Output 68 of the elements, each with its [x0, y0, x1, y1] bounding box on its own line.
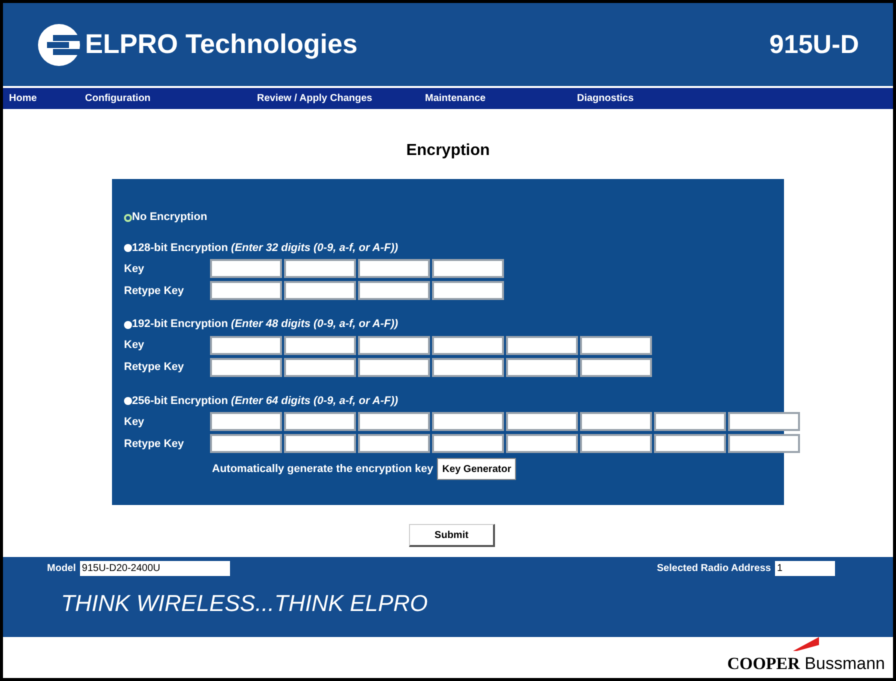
- key-field[interactable]: [580, 358, 652, 377]
- brand-name: ELPRO Technologies: [85, 28, 358, 62]
- field-label: Key: [124, 338, 146, 354]
- radio-button[interactable]: [124, 244, 132, 252]
- key-field[interactable]: [284, 259, 356, 278]
- key-generator-button[interactable]: Key Generator: [437, 458, 516, 480]
- key-field[interactable]: [210, 358, 282, 377]
- key-field[interactable]: [432, 281, 504, 300]
- nav-link[interactable]: Diagnostics: [577, 91, 634, 106]
- key-field[interactable]: [210, 281, 282, 300]
- logo-icon: [37, 22, 81, 67]
- key-field[interactable]: [728, 434, 800, 454]
- key-field[interactable]: [358, 358, 430, 377]
- key-field[interactable]: [358, 259, 430, 278]
- key-field[interactable]: [654, 434, 726, 454]
- key-field[interactable]: [284, 336, 356, 355]
- key-field[interactable]: [210, 259, 282, 278]
- key-field[interactable]: [284, 412, 356, 432]
- key-field[interactable]: [358, 434, 430, 454]
- radio-button[interactable]: [124, 214, 132, 222]
- key-field[interactable]: [580, 412, 652, 432]
- option-label: 256-bit Encryption (Enter 64 digits (0-9, a-f, or A-F)): [132, 394, 398, 409]
- key-field[interactable]: [728, 412, 800, 432]
- nav-link[interactable]: Maintenance: [425, 91, 577, 106]
- key-field[interactable]: [654, 412, 726, 432]
- model-label: Model: [47, 562, 76, 576]
- submit-button[interactable]: Submit: [409, 524, 495, 548]
- address-label: Selected Radio Address: [656, 562, 771, 576]
- field-label: Retype Key: [124, 360, 185, 376]
- key-field[interactable]: [284, 434, 356, 454]
- key-field[interactable]: [506, 434, 578, 454]
- key-field[interactable]: [432, 412, 504, 432]
- field-label: Retype Key: [124, 284, 185, 299]
- key-field[interactable]: [210, 336, 282, 355]
- page-title: Encryption: [406, 141, 490, 162]
- model-field[interactable]: 915U-D20-2400U: [80, 560, 230, 576]
- key-field[interactable]: [506, 336, 578, 355]
- key-field[interactable]: [358, 336, 430, 355]
- field-label: Key: [124, 414, 146, 430]
- key-field[interactable]: [432, 358, 504, 377]
- company-logo: COOPER Bussmann: [727, 652, 885, 674]
- option-label: No Encryption: [132, 210, 208, 226]
- nav-link[interactable]: Home: [9, 91, 85, 106]
- key-field[interactable]: [284, 281, 356, 300]
- key-field[interactable]: [506, 412, 578, 432]
- field-label: Key: [124, 262, 146, 277]
- key-field[interactable]: [358, 281, 430, 300]
- key-field[interactable]: [432, 336, 504, 355]
- option-label: 128-bit Encryption (Enter 32 digits (0-9, a-f, or A-F)): [132, 240, 398, 256]
- key-field[interactable]: [210, 412, 282, 432]
- radio-button[interactable]: [124, 397, 132, 406]
- key-field[interactable]: [358, 412, 430, 432]
- key-field[interactable]: [580, 336, 652, 355]
- generator-text: Automatically generate the encryption key: [212, 462, 434, 478]
- radio-button[interactable]: [124, 320, 132, 329]
- option-label: 192-bit Encryption (Enter 48 digits (0-9, a-f, or A-F)): [132, 317, 398, 332]
- key-field[interactable]: [580, 434, 652, 454]
- key-field[interactable]: [432, 259, 504, 278]
- key-field[interactable]: [432, 434, 504, 454]
- address-field[interactable]: 1: [775, 560, 835, 576]
- tagline: THINK WIRELESS...THINK ELPRO: [61, 589, 429, 618]
- field-label: Retype Key: [124, 436, 185, 452]
- nav-link[interactable]: Review / Apply Changes: [257, 91, 425, 106]
- key-field[interactable]: [210, 434, 282, 454]
- key-field[interactable]: [506, 358, 578, 377]
- product-name: 915U-D: [769, 28, 859, 62]
- nav-link[interactable]: Configuration: [85, 91, 257, 106]
- key-field[interactable]: [284, 358, 356, 377]
